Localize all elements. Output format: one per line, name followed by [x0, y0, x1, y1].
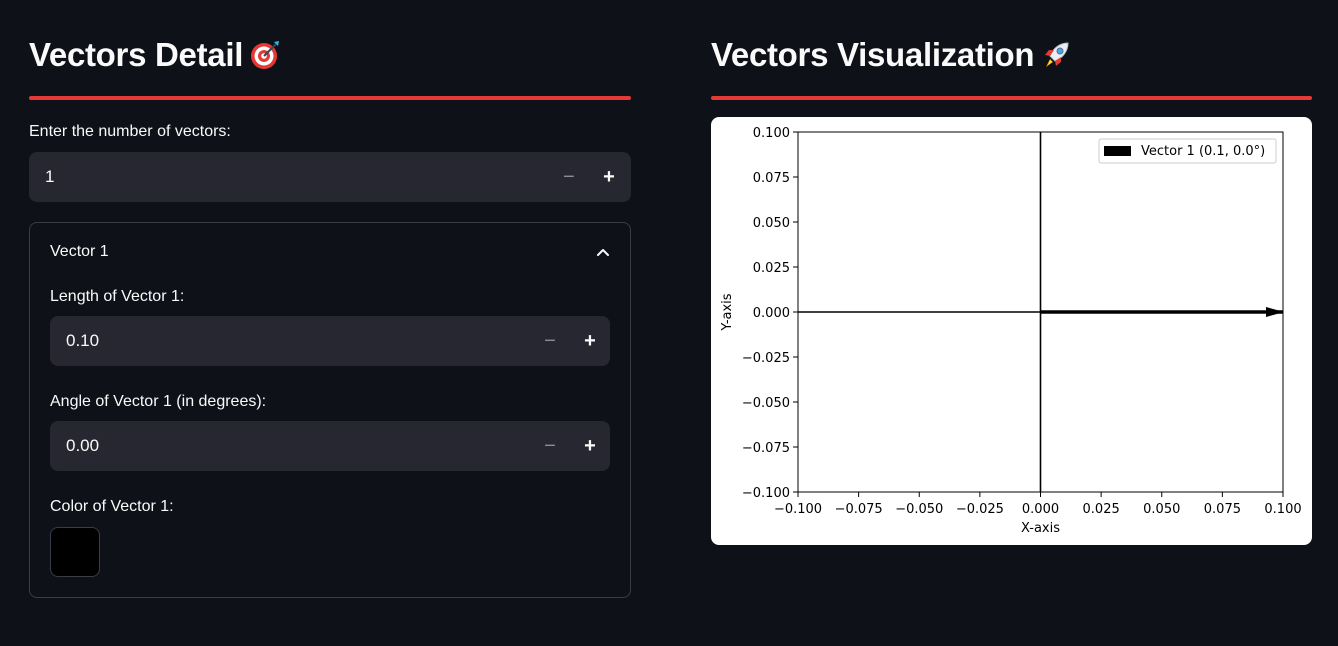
y-tick-label: 0.000: [753, 306, 790, 321]
y-tick-label: 0.075: [753, 171, 790, 186]
vector-1-expander-title: Vector 1: [50, 243, 109, 260]
vector-1-angle-input[interactable]: 0.00 − +: [50, 421, 610, 471]
x-tick-label: 0.000: [1022, 502, 1059, 517]
y-axis-label: Y-axis: [720, 293, 735, 331]
vector-1-length-decrement-button[interactable]: −: [530, 316, 570, 366]
vector-1-angle-increment-button[interactable]: +: [570, 421, 610, 471]
vector-plot-svg: −0.100 −0.075 −0.050 −0.025 0.000 0.025 0.050 0…: [720, 126, 1302, 536]
vector-1-length-input[interactable]: 0.10 − +: [50, 316, 610, 366]
header-divider: [29, 96, 631, 100]
vector-1-expander-header[interactable]: Vector 1: [30, 223, 630, 281]
x-tick-label: 0.050: [1143, 502, 1180, 517]
vector-1-length-increment-button[interactable]: +: [570, 316, 610, 366]
vector-1-angle-label: Angle of Vector 1 (in degrees):: [50, 393, 267, 410]
legend-label: Vector 1 (0.1, 0.0°): [1141, 144, 1265, 159]
vector-plot: −0.100 −0.075 −0.050 −0.025 0.000 0.025 0.050 0…: [711, 117, 1312, 545]
vector-1-angle-value[interactable]: 0.00: [50, 436, 530, 456]
x-tick-label: −0.100: [774, 502, 822, 517]
y-tick-label: −0.075: [742, 441, 790, 456]
vector-1-color-picker[interactable]: [50, 527, 100, 577]
vector-1-angle-decrement-button[interactable]: −: [530, 421, 570, 471]
x-tick-label: 0.025: [1083, 502, 1120, 517]
y-tick-label: −0.100: [742, 486, 790, 501]
num-vectors-increment-button[interactable]: +: [589, 152, 629, 202]
x-axis-label: X-axis: [1021, 521, 1060, 536]
vectors-visualization-title: Vectors Visualization: [711, 36, 1035, 73]
y-tick-label: 0.100: [753, 126, 790, 141]
num-vectors-label: Enter the number of vectors:: [29, 123, 231, 140]
vectors-detail-title: Vectors Detail: [29, 36, 244, 73]
x-tick-label: −0.050: [895, 502, 943, 517]
num-vectors-decrement-button[interactable]: −: [549, 152, 589, 202]
y-tick-label: −0.050: [742, 396, 790, 411]
num-vectors-value[interactable]: 1: [29, 167, 549, 187]
dart-target-icon: [251, 41, 280, 69]
chevron-up-icon[interactable]: [596, 245, 610, 259]
header-divider: [711, 96, 1312, 100]
x-tick-label: 0.100: [1264, 502, 1301, 517]
legend-swatch: [1104, 146, 1131, 156]
y-tick-label: 0.025: [753, 261, 790, 276]
x-tick-label: −0.075: [835, 502, 883, 517]
num-vectors-input[interactable]: 1 − +: [29, 152, 631, 202]
x-tick-label: −0.025: [956, 502, 1004, 517]
vector-1-color-label: Color of Vector 1:: [50, 498, 174, 515]
y-tick-label: −0.025: [742, 351, 790, 366]
vector-1-length-value[interactable]: 0.10: [50, 331, 530, 351]
x-tick-label: 0.075: [1204, 502, 1241, 517]
vectors-detail-heading: Vectors Detail: [29, 36, 281, 74]
rocket-icon: [1045, 42, 1069, 67]
y-tick-label: 0.050: [753, 216, 790, 231]
vector-1-expander: Vector 1 Length of Vector 1: 0.10 − + An…: [29, 222, 631, 598]
legend: Vector 1 (0.1, 0.0°): [1098, 138, 1277, 164]
vectors-visualization-heading: Vectors Visualization: [711, 36, 1072, 74]
vector-1-length-label: Length of Vector 1:: [50, 288, 185, 305]
